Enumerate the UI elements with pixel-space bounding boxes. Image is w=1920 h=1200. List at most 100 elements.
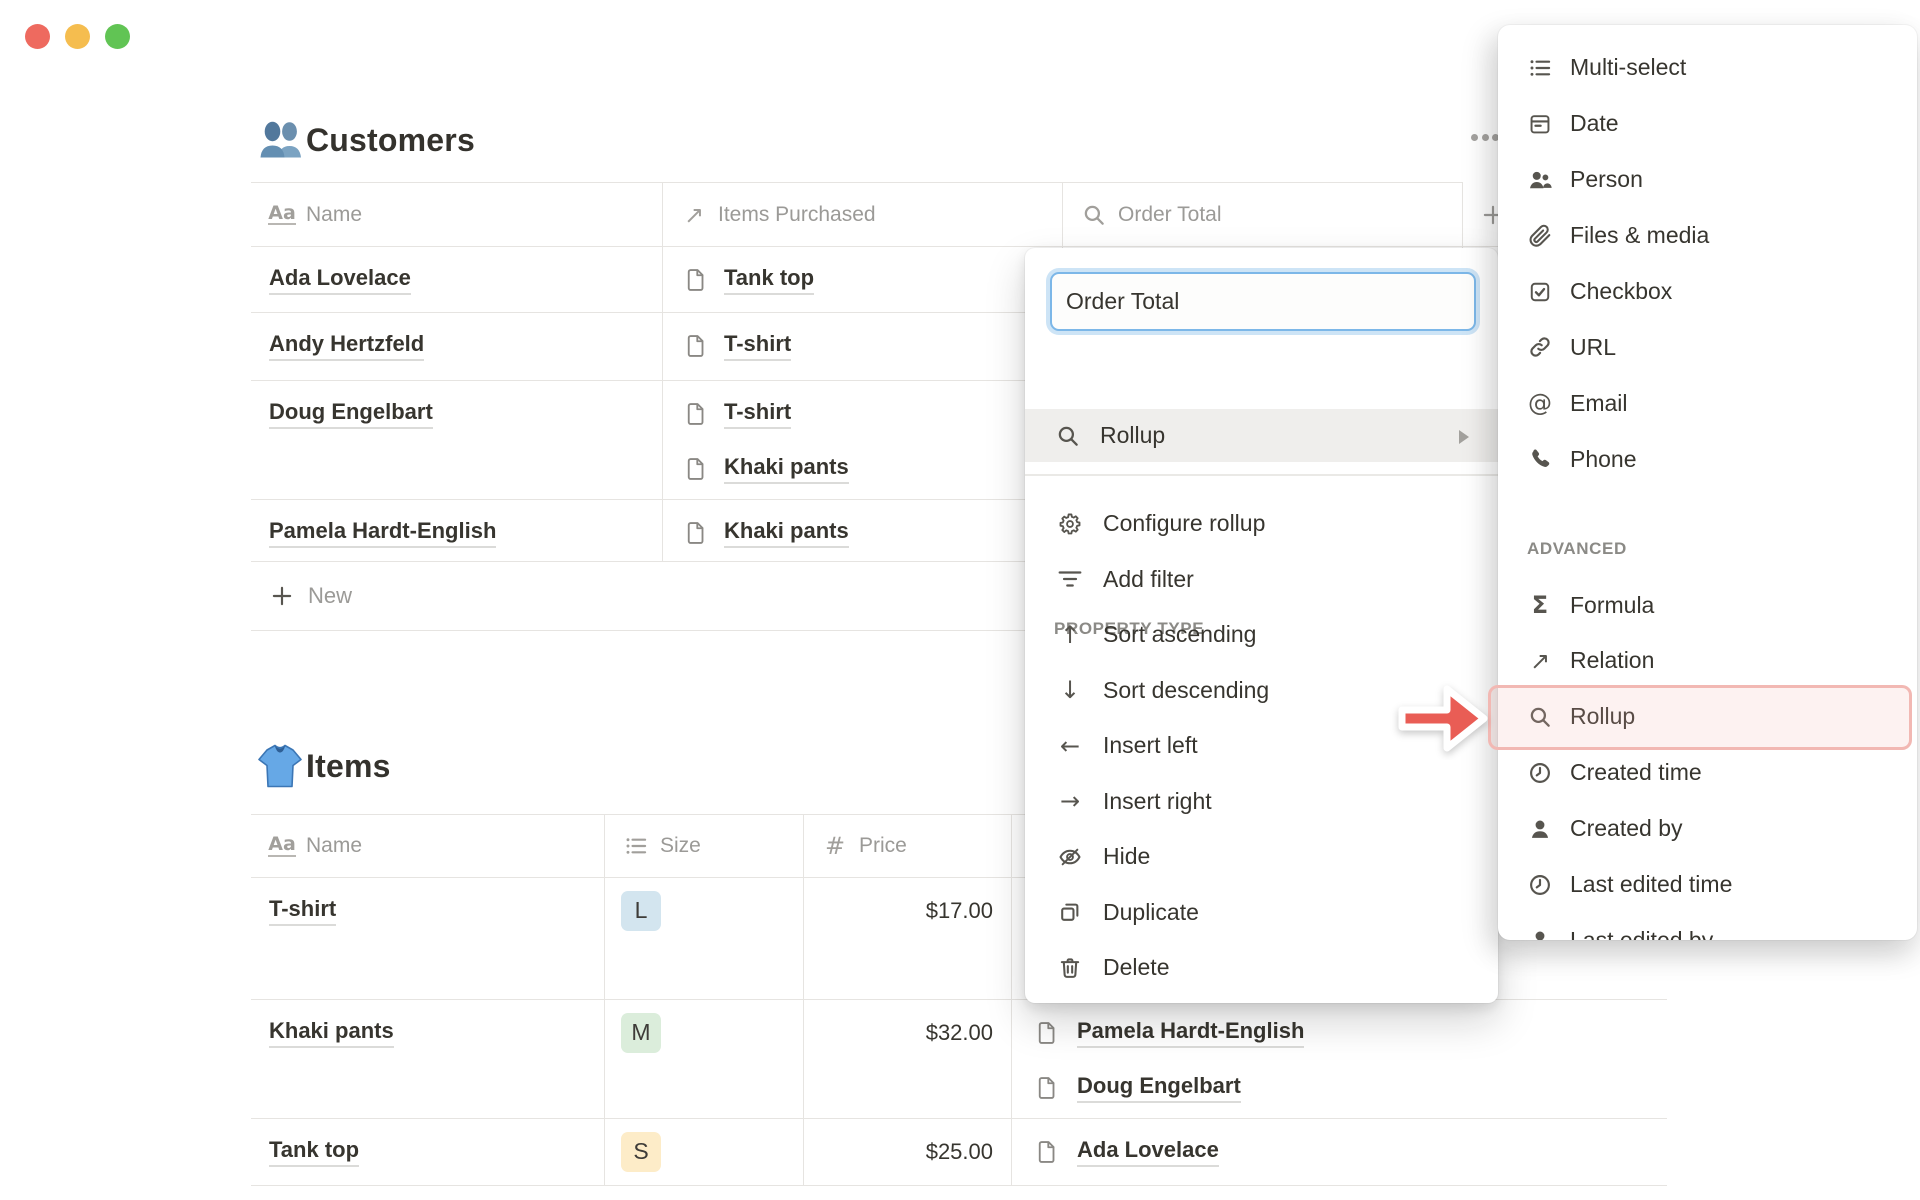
type-menu-item-checkbox[interactable]: Checkbox [1498, 264, 1917, 320]
price-cell[interactable]: $17.00 [803, 878, 1011, 999]
search-icon [1081, 202, 1107, 228]
property-name-input[interactable]: Order Total [1050, 272, 1476, 331]
property-type-selected-rollup[interactable]: Rollup [1025, 409, 1498, 462]
type-menu-item-relation[interactable]: ↗ Relation [1498, 633, 1917, 689]
menu-item-label: Duplicate [1103, 898, 1199, 925]
menu-item-configure-rollup[interactable]: Configure rollup [1025, 496, 1498, 552]
relation-entry[interactable]: Khaki pants [663, 454, 849, 484]
page-link[interactable]: Ada Lovelace [269, 265, 411, 295]
relation-page-link[interactable]: Doug Engelbart [1077, 1073, 1241, 1103]
menu-item-duplicate[interactable]: Duplicate [1025, 885, 1498, 941]
column-header-size[interactable]: Size [604, 815, 803, 877]
size-cell[interactable]: M [604, 1000, 803, 1118]
chevron-right-icon [1454, 426, 1472, 446]
type-menu-item-last-edited-by[interactable]: Last edited by [1498, 912, 1917, 940]
menu-item-add-filter[interactable]: Add filter [1025, 552, 1498, 608]
type-menu-item-files-media[interactable]: Files & media [1498, 208, 1917, 264]
relation-page-link[interactable]: Khaki pants [724, 454, 849, 484]
items-purchased-cell[interactable]: Tank top [662, 247, 1062, 312]
menu-item-label: Configure rollup [1103, 510, 1266, 537]
type-menu-item-multi-select[interactable]: Multi-select [1498, 40, 1917, 96]
relation-page-link[interactable]: Pamela Hardt-English [1077, 1018, 1305, 1048]
filter-icon [1055, 566, 1085, 592]
relation-entry[interactable]: Doug Engelbart [1012, 1073, 1241, 1103]
name-cell[interactable]: Tank top [251, 1119, 604, 1185]
window-zoom-button[interactable] [105, 24, 130, 49]
menu-item-sort-ascending[interactable]: ↑ Sort ascending [1025, 607, 1498, 663]
type-menu-item-url[interactable]: URL [1498, 319, 1917, 375]
column-header-items-purchased[interactable]: ↗ Items Purchased [662, 183, 1062, 246]
items-purchased-cell[interactable]: T-shirt Khaki pants [662, 381, 1062, 499]
relation-entry[interactable]: Ada Lovelace [1012, 1137, 1219, 1167]
customers-relation-cell[interactable]: Ada Lovelace [1011, 1119, 1667, 1185]
window-close-button[interactable] [25, 24, 50, 49]
table-row: Tank top S $25.00 Ada Lovelace [251, 1119, 1667, 1186]
page-link[interactable]: Andy Hertzfeld [269, 331, 425, 361]
price-value: $32.00 [925, 1019, 993, 1045]
type-menu-item-person[interactable]: Person [1498, 152, 1917, 208]
name-cell[interactable]: Ada Lovelace [251, 247, 662, 312]
person-icon [1525, 167, 1555, 193]
page-link[interactable]: Khaki pants [269, 1018, 394, 1048]
relation-page-link[interactable]: Khaki pants [724, 518, 849, 548]
column-header-name[interactable]: Aa Name [251, 815, 604, 877]
page-link[interactable]: Pamela Hardt-English [269, 518, 497, 548]
clock-icon [1525, 760, 1555, 786]
customers-relation-cell[interactable]: Pamela Hardt-English Doug Engelbart [1011, 1000, 1667, 1118]
type-menu-item-label: Created by [1570, 815, 1683, 842]
type-menu-item-last-edited-time[interactable]: Last edited time [1498, 857, 1917, 913]
page-link[interactable]: T-shirt [269, 896, 337, 926]
type-menu-item-label: URL [1570, 333, 1617, 360]
type-menu-item-date[interactable]: Date [1498, 96, 1917, 152]
name-cell[interactable]: Pamela Hardt-English [251, 500, 662, 561]
window-minimize-button[interactable] [65, 24, 90, 49]
page-link[interactable]: Tank top [269, 1137, 360, 1167]
column-header-label: Items Purchased [718, 202, 876, 226]
arrow-up-icon: ↑ [1059, 620, 1081, 649]
relation-entry[interactable]: T-shirt [663, 399, 792, 429]
type-menu-item-created-time[interactable]: Created time [1498, 745, 1917, 801]
relation-page-link[interactable]: Tank top [724, 265, 815, 295]
name-cell[interactable]: Andy Hertzfeld [251, 313, 662, 380]
name-cell[interactable]: T-shirt [251, 878, 604, 999]
column-header-price[interactable]: # Price [803, 815, 1011, 877]
relation-page-link[interactable]: Ada Lovelace [1077, 1137, 1219, 1167]
customers-title: Customers [306, 121, 475, 158]
duplicate-icon [1055, 899, 1085, 925]
table-more-button[interactable] [1471, 134, 1499, 141]
menu-item-insert-left[interactable]: ← Insert left [1025, 718, 1498, 774]
price-cell[interactable]: $25.00 [803, 1119, 1011, 1185]
relation-entry[interactable]: Pamela Hardt-English [1012, 1018, 1305, 1048]
size-cell[interactable]: L [604, 878, 803, 999]
items-purchased-cell[interactable]: T-shirt [662, 313, 1062, 380]
relation-entry[interactable]: Tank top [663, 265, 815, 295]
column-header-order-total[interactable]: Order Total [1062, 183, 1463, 246]
menu-item-insert-right[interactable]: → Insert right [1025, 774, 1498, 830]
size-cell[interactable]: S [604, 1119, 803, 1185]
file-icon [1034, 1139, 1060, 1165]
file-icon [683, 333, 709, 359]
type-menu-item-email[interactable]: @ Email [1498, 375, 1917, 431]
relation-entry[interactable]: T-shirt [663, 331, 792, 361]
page-link[interactable]: Doug Engelbart [269, 399, 433, 429]
relation-page-link[interactable]: T-shirt [724, 331, 792, 361]
text-icon: Aa [268, 201, 296, 226]
relation-entry[interactable]: Khaki pants [663, 518, 849, 548]
at-icon: @ [1528, 389, 1552, 418]
items-purchased-cell[interactable]: Khaki pants [662, 500, 1062, 561]
arrow-down-icon: ↓ [1059, 676, 1081, 705]
relation-page-link[interactable]: T-shirt [724, 399, 792, 429]
column-header-name[interactable]: Aa Name [251, 183, 662, 246]
menu-item-delete[interactable]: Delete [1025, 940, 1498, 996]
menu-item-sort-descending[interactable]: ↓ Sort descending [1025, 663, 1498, 719]
type-menu-item-phone[interactable]: Phone [1498, 431, 1917, 487]
name-cell[interactable]: Doug Engelbart [251, 381, 662, 499]
price-cell[interactable]: $32.00 [803, 1000, 1011, 1118]
type-menu-item-rollup[interactable]: Rollup [1498, 689, 1917, 745]
file-icon [1034, 1020, 1060, 1046]
customers-people-emoji-icon [259, 120, 303, 160]
type-menu-item-formula[interactable]: Σ Formula [1498, 577, 1917, 633]
name-cell[interactable]: Khaki pants [251, 1000, 604, 1118]
menu-item-hide[interactable]: Hide [1025, 829, 1498, 885]
type-menu-item-created-by[interactable]: Created by [1498, 801, 1917, 857]
